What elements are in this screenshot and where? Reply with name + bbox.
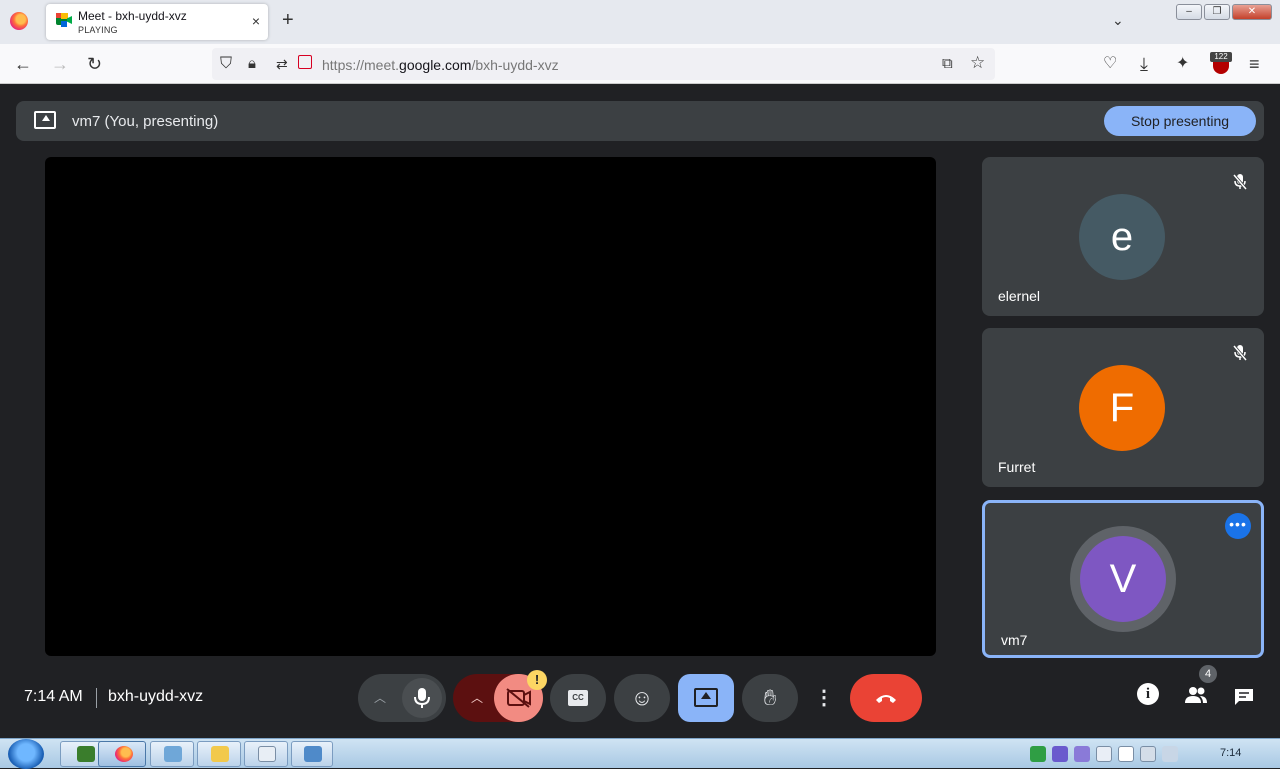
presenting-banner: vm7 (You, presenting) Stop presenting: [16, 101, 1264, 141]
tray-microphone-icon[interactable]: [1052, 746, 1068, 762]
bookmark-star-icon[interactable]: ☆: [970, 53, 985, 73]
present-now-button[interactable]: [678, 674, 734, 722]
app-icon: [77, 746, 95, 762]
tray-network-icon[interactable]: [1140, 746, 1156, 762]
tab-playing-label: PLAYING: [78, 25, 118, 35]
hang-up-phone-icon: [876, 695, 896, 703]
closed-captions-icon: CC: [568, 690, 588, 706]
lock-icon[interactable]: 🔒︎: [248, 54, 256, 74]
permissions-icon[interactable]: ⇄: [276, 54, 288, 74]
tab-meet[interactable]: Meet - bxh-uydd-xvz PLAYING ×: [46, 4, 268, 40]
avatar: F: [1079, 365, 1165, 451]
back-arrow-icon[interactable]: ←: [14, 54, 32, 74]
notepad-icon: [258, 746, 276, 762]
tray-volume-icon[interactable]: [1162, 746, 1178, 762]
extension-badge-count: 122: [1210, 52, 1232, 62]
restore-button[interactable]: ❐: [1204, 4, 1230, 20]
participant-tile-furret[interactable]: F Furret: [982, 328, 1264, 487]
microphone-control-group: ︿: [358, 674, 446, 722]
taskbar-clock[interactable]: 7:14: [1220, 747, 1241, 759]
presenting-label: vm7 (You, presenting): [72, 113, 219, 130]
pocket-icon[interactable]: ♡: [1103, 54, 1117, 74]
picture-in-picture-icon[interactable]: ⧉: [942, 54, 953, 74]
windows-taskbar: 7:14: [0, 738, 1280, 769]
meeting-time: 7:14 AM: [24, 688, 83, 705]
url-bar[interactable]: ⛉ 🔒︎ ⇄ https://meet.google.com/bxh-uydd-…: [212, 48, 995, 80]
participant-count-badge: 4: [1199, 665, 1217, 683]
more-options-button[interactable]: •••: [1225, 513, 1251, 539]
video-settings-chevron-icon[interactable]: ︿: [465, 674, 489, 722]
extensions-icon[interactable]: ✦: [1176, 54, 1189, 74]
app-icon: [164, 746, 182, 762]
presentation-stage[interactable]: [45, 157, 936, 656]
navigation-toolbar: ← → ↻ ⛉ 🔒︎ ⇄ https://meet.google.com/bxh…: [0, 44, 1280, 84]
stop-presenting-button[interactable]: Stop presenting: [1104, 106, 1256, 136]
tracking-protection-shield-icon[interactable]: ⛉: [220, 54, 232, 74]
window-controls: ‒ ❐ ✕: [1176, 4, 1272, 20]
hand-icon: ✋︎: [763, 685, 777, 710]
screen-sharing-indicator-icon[interactable]: [298, 55, 312, 69]
taskbar-app-3[interactable]: [150, 741, 194, 767]
tray-app-icon[interactable]: [1074, 746, 1090, 762]
forward-arrow-icon[interactable]: →: [51, 54, 69, 74]
tray-flag-icon[interactable]: [1118, 746, 1134, 762]
audio-settings-chevron-icon[interactable]: ︿: [368, 674, 392, 722]
divider: [96, 688, 97, 708]
captions-button[interactable]: CC: [550, 674, 606, 722]
meeting-code: bxh-uydd-xvz: [108, 688, 204, 705]
system-tray: [1030, 746, 1178, 762]
reload-icon[interactable]: ↻: [87, 54, 102, 74]
meeting-info-icon[interactable]: i: [1137, 683, 1159, 705]
downloads-icon[interactable]: ⤓: [1140, 54, 1148, 74]
url-text[interactable]: https://meet.google.com/bxh-uydd-xvz: [322, 57, 559, 73]
participant-name: vm7: [1001, 632, 1028, 648]
present-arrow: [701, 692, 711, 699]
participant-tile-self[interactable]: V vm7 •••: [982, 500, 1264, 658]
vertical-dots-icon: ⋮: [814, 687, 834, 709]
taskbar-explorer[interactable]: [197, 741, 241, 767]
app-icon: [304, 746, 322, 762]
leave-call-button[interactable]: [850, 674, 922, 722]
avatar: e: [1079, 194, 1165, 280]
participant-tile-elernel[interactable]: e elernel: [982, 157, 1264, 316]
start-button-icon[interactable]: [8, 739, 44, 769]
participant-name: elernel: [998, 288, 1041, 304]
participant-name: Furret: [998, 459, 1036, 475]
taskbar-notepad[interactable]: [244, 741, 288, 767]
minimize-button[interactable]: ‒: [1176, 4, 1202, 20]
meet-call-area: vm7 (You, presenting) Stop presenting e …: [0, 85, 1280, 738]
tray-network-globe-icon[interactable]: [1030, 746, 1046, 762]
close-window-button[interactable]: ✕: [1232, 4, 1272, 20]
google-meet-favicon-icon: [56, 13, 72, 27]
present-screen-icon: [34, 111, 56, 129]
list-all-tabs-button[interactable]: ⌄: [1112, 12, 1124, 29]
taskbar-app-6[interactable]: [291, 741, 333, 767]
tab-close-button[interactable]: ×: [252, 13, 260, 29]
folder-icon: [211, 746, 229, 762]
avatar: V: [1080, 536, 1166, 622]
tab-title: Meet - bxh-uydd-xvz: [78, 9, 187, 23]
reactions-button[interactable]: ☺: [614, 674, 670, 722]
emoji-smile-icon: ☺: [630, 685, 654, 710]
microphone-muted-icon: [1232, 174, 1248, 190]
people-icon[interactable]: [1184, 686, 1208, 704]
camera-warning-badge[interactable]: !: [527, 670, 547, 690]
taskbar-firefox[interactable]: [98, 741, 146, 767]
firefox-icon: [115, 746, 133, 762]
extension-badge-icon[interactable]: 122: [1210, 52, 1232, 74]
firefox-logo-icon[interactable]: [10, 12, 28, 30]
microphone-button[interactable]: [402, 678, 442, 718]
new-tab-button[interactable]: +: [282, 9, 294, 32]
menu-icon[interactable]: ≡: [1249, 54, 1260, 74]
more-options-menu-button[interactable]: ⋮: [806, 674, 842, 722]
microphone-muted-icon: [1232, 345, 1248, 361]
browser-tab-strip: Meet - bxh-uydd-xvz PLAYING × + ⌄ ‒ ❐ ✕: [0, 0, 1280, 44]
raise-hand-button[interactable]: ✋︎: [742, 674, 798, 722]
tray-document-icon[interactable]: [1096, 746, 1112, 762]
chat-icon[interactable]: [1234, 688, 1254, 706]
